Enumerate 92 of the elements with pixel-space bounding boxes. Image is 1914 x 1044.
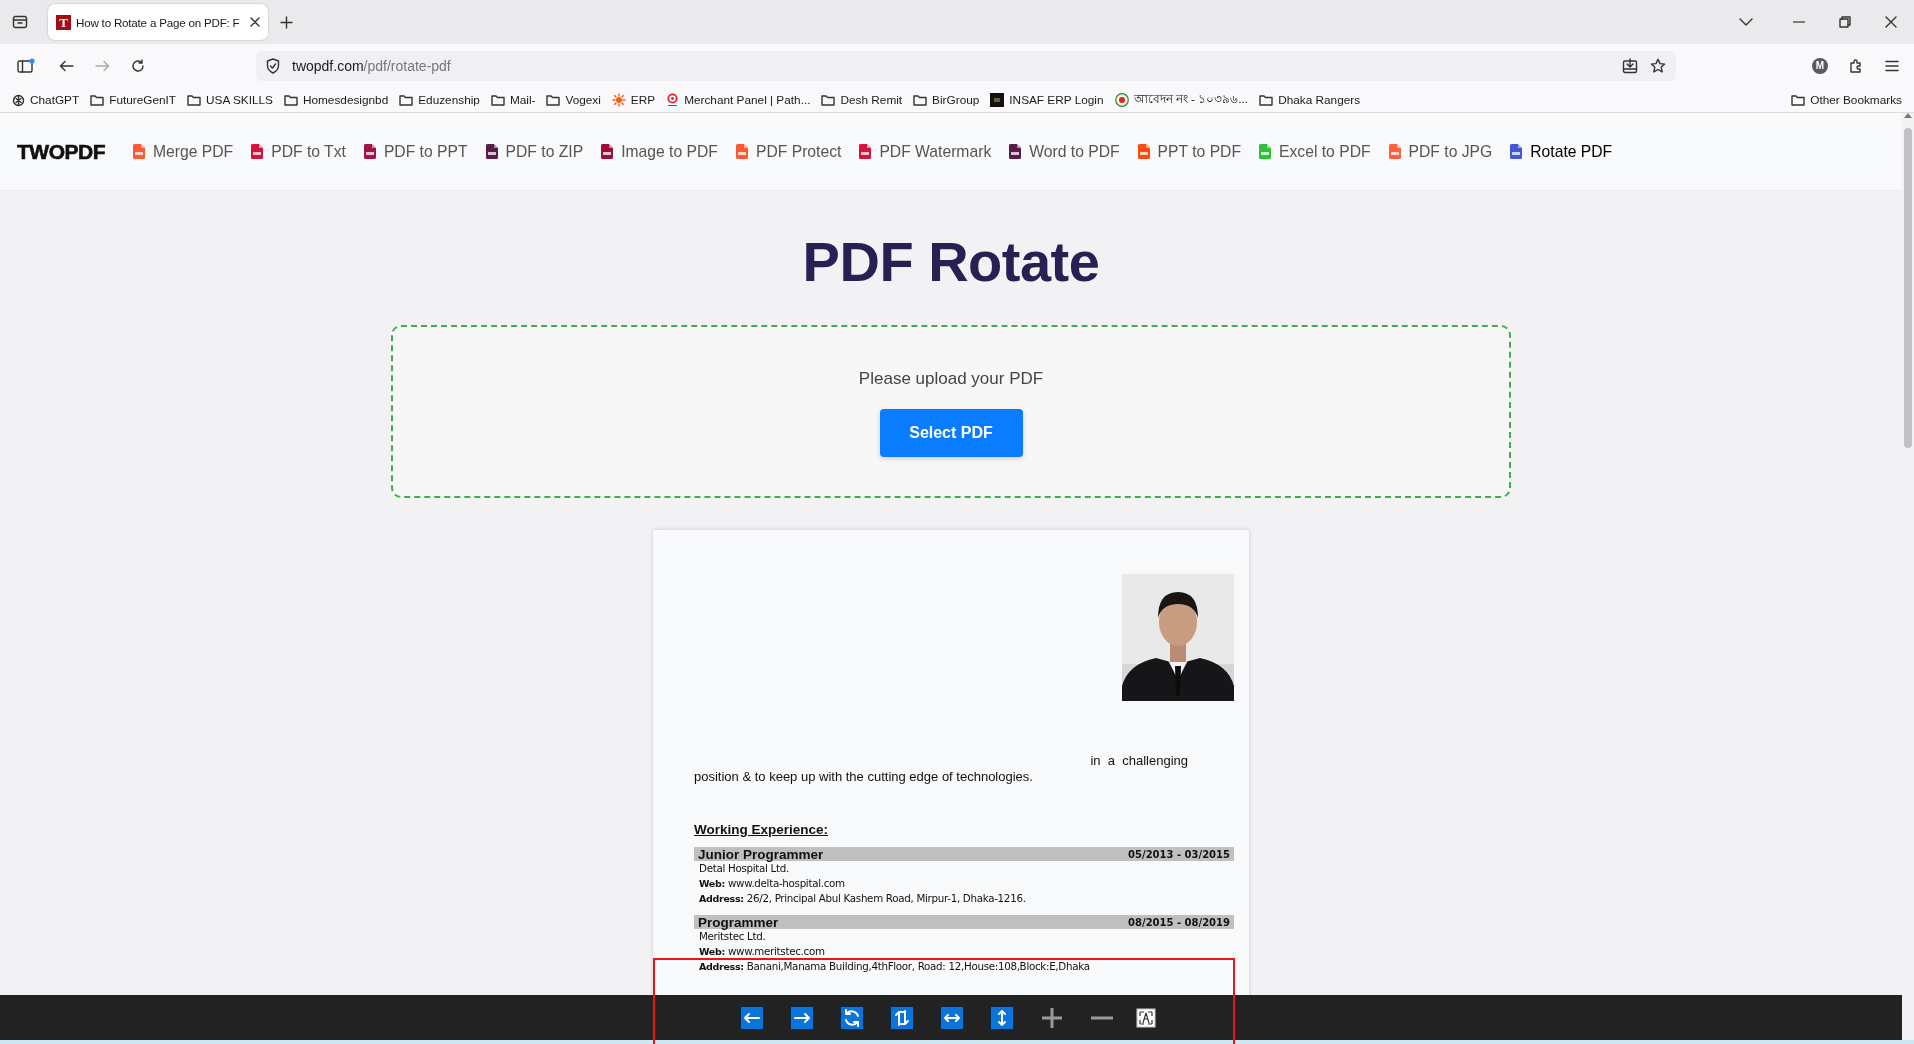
pdf-file-icon — [1388, 144, 1401, 159]
nav-link[interactable]: PDF to Txt — [251, 142, 346, 161]
nav-link[interactable]: Excel to PDF — [1259, 142, 1371, 161]
folder-icon — [1791, 94, 1806, 106]
address-line: Address: Banani,Manama Building,4thFloor, Road: 12,House:108,Block:E,Dhaka — [698, 959, 1091, 974]
page-title: PDF Rotate — [802, 229, 1100, 295]
pdf-file-icon — [1259, 144, 1271, 159]
website-line: Web: www.meritstec.com — [698, 944, 826, 959]
folder-icon — [283, 94, 298, 106]
bookmark[interactable]: Homesdesignbd — [283, 93, 389, 107]
folder-icon — [90, 94, 105, 106]
sun-icon — [611, 93, 626, 107]
chatgpt-icon — [12, 93, 25, 107]
document-text: position & to keep up with the cutting edge of technologies. — [694, 769, 1034, 784]
nav-link[interactable]: PDF to ZIP — [485, 142, 584, 161]
nav-link[interactable]: Rotate PDF — [1510, 142, 1613, 161]
profile-avatar[interactable]: M — [1812, 58, 1828, 74]
nav-link[interactable]: PPT to PDF — [1137, 142, 1241, 161]
folder-icon — [490, 94, 505, 106]
close-icon[interactable] — [1885, 16, 1897, 28]
download-icon[interactable] — [1622, 58, 1638, 74]
select-pdf-button[interactable]: Select PDF — [879, 409, 1023, 457]
chevron-down-icon[interactable] — [1739, 18, 1753, 26]
bookmark[interactable]: Vogexi — [546, 93, 601, 107]
pdf-file-icon — [485, 144, 498, 159]
bookmark[interactable]: Desh Remit — [821, 93, 903, 107]
site-logo[interactable]: TWOPDF — [17, 139, 105, 164]
pdf-file-icon — [601, 144, 614, 159]
square-logo-icon — [990, 93, 1005, 107]
nav-link[interactable]: PDF Protect — [735, 142, 842, 161]
job-title: Junior Programmer — [698, 846, 824, 862]
bookmark[interactable]: Merchant Panel | Path... — [666, 93, 811, 107]
pin-icon — [666, 93, 680, 107]
bookmark[interactable]: Mail- — [490, 93, 536, 107]
folder-icon — [546, 94, 561, 106]
nav-link[interactable]: Word to PDF — [1009, 142, 1120, 161]
folder-icon — [1259, 94, 1274, 106]
folder-icon — [913, 94, 928, 106]
tab-list-icon[interactable] — [12, 15, 28, 29]
pdf-file-icon — [735, 144, 748, 159]
job-dates: 08/2015 - 08/2019 — [1128, 916, 1230, 928]
document-text: in a challenging — [1090, 753, 1188, 768]
fit-page-icon[interactable] — [1136, 1007, 1156, 1028]
upload-prompt: Please upload your PDF — [858, 369, 1044, 389]
address-line: Address: 26/2, Principal Abul Kashem Road, Mirpur-1, Dhaka-1216. — [698, 891, 1027, 906]
bookmark[interactable]: INSAF ERP Login — [990, 93, 1104, 107]
folder-icon — [821, 94, 836, 106]
bookmark[interactable]: BirGroup — [913, 93, 980, 107]
company-name: Meritstec Ltd. — [698, 930, 767, 944]
pdf-file-icon — [1510, 144, 1523, 159]
back-icon[interactable] — [58, 60, 74, 72]
star-icon[interactable] — [1650, 58, 1666, 74]
plus-icon[interactable] — [279, 15, 293, 29]
nav-link[interactable]: PDF to PPT — [363, 142, 468, 161]
address-bar[interactable]: twopdf.com/pdf/rotate-pdf — [256, 51, 1676, 81]
bookmark[interactable]: Eduzenship — [399, 93, 480, 107]
nav-link[interactable]: Image to PDF — [601, 142, 718, 161]
pdf-file-icon — [133, 144, 145, 159]
folder-icon — [187, 94, 202, 106]
folder-icon — [399, 94, 414, 106]
bookmark[interactable]: ERP — [611, 93, 656, 107]
shield-icon — [266, 58, 280, 74]
bookmark[interactable]: ChatGPT — [12, 93, 80, 107]
job-title: Programmer — [698, 914, 779, 930]
menu-icon[interactable] — [1885, 60, 1899, 72]
restore-icon[interactable] — [1839, 16, 1851, 28]
company-name: Detal Hospital Ltd. — [698, 862, 790, 876]
reload-icon[interactable] — [131, 59, 145, 73]
puzzle-icon[interactable] — [1848, 58, 1864, 74]
pdf-file-icon — [251, 144, 264, 159]
bookmark[interactable]: FutureGenIT — [90, 93, 177, 107]
close-icon[interactable] — [249, 16, 261, 28]
nav-link[interactable]: PDF Watermark — [859, 142, 992, 161]
emblem-icon — [1114, 93, 1129, 107]
sidebar-icon[interactable] — [17, 58, 35, 74]
browser-tab[interactable]: T How to Rotate a Page on PDF: F — [48, 4, 268, 40]
bookmark[interactable]: Dhaka Rangers — [1259, 93, 1361, 107]
bookmark[interactable]: USA SKILLS — [187, 93, 273, 107]
pdf-file-icon — [1009, 144, 1022, 159]
pdf-file-icon — [859, 144, 872, 159]
bookmark[interactable]: Other Bookmarks — [1791, 93, 1902, 107]
scrollbar-thumb[interactable] — [1904, 128, 1912, 448]
section-heading: Working Experience: — [694, 822, 830, 837]
pdf-file-icon — [1137, 144, 1150, 159]
upload-dropzone[interactable]: Please upload your PDF Select PDF — [391, 325, 1511, 498]
bookmark[interactable]: আবেদন নং - ১০৩৯৬... — [1114, 90, 1249, 110]
job-dates: 05/2013 - 03/2015 — [1128, 848, 1230, 860]
nav-link[interactable]: Merge PDF — [133, 142, 234, 161]
website-line: Web: www.delta-hospital.com — [698, 876, 846, 891]
nav-link[interactable]: PDF to JPG — [1388, 142, 1493, 161]
favicon-icon: T — [56, 14, 71, 30]
pdf-file-icon — [363, 144, 376, 159]
